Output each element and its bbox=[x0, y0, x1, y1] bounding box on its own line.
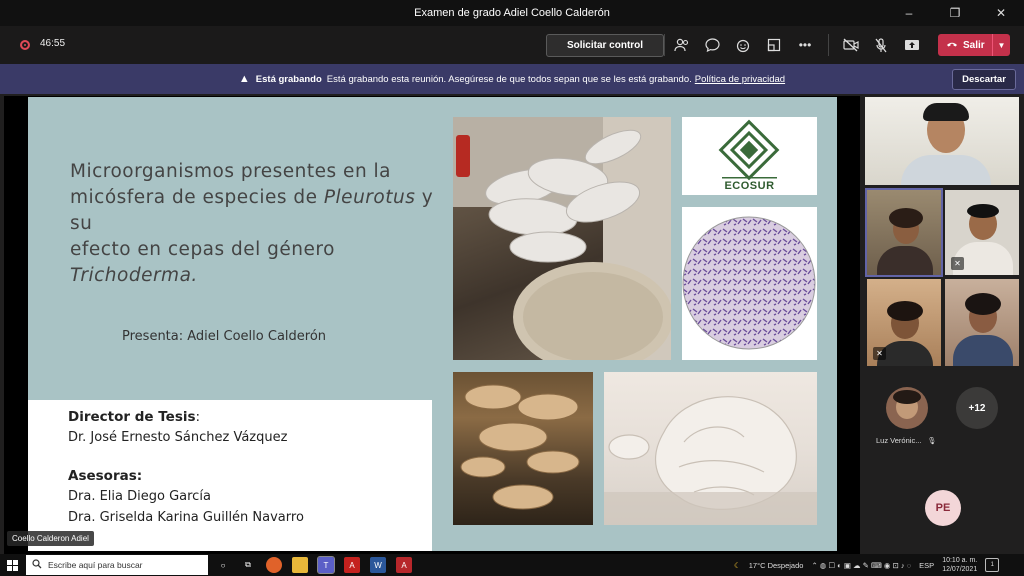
participant-video-tile[interactable] bbox=[945, 279, 1019, 366]
participant-video-tile[interactable]: ✕ bbox=[945, 190, 1019, 275]
more-participants-button[interactable]: +12 bbox=[956, 387, 998, 429]
title-line-2a: micósfera de especies de bbox=[70, 187, 324, 208]
more-options-icon[interactable]: ••• bbox=[796, 36, 814, 54]
director-heading: Director de Tesis bbox=[68, 409, 196, 425]
toolbar-divider bbox=[664, 34, 665, 56]
taskbar-search[interactable]: Escribe aquí para buscar bbox=[26, 555, 208, 575]
language-indicator[interactable]: ESP bbox=[919, 561, 934, 570]
chevron-down-icon[interactable]: ▼ bbox=[992, 34, 1010, 56]
recording-banner: ▲ Está grabando Está grabando esta reuni… bbox=[0, 64, 1024, 94]
participant-shirt bbox=[953, 335, 1013, 366]
rooms-icon[interactable] bbox=[765, 36, 783, 54]
ecosur-logo: ECOSUR bbox=[682, 117, 817, 195]
title-line-3a: efecto en cepas del género bbox=[70, 239, 335, 260]
file-explorer-icon[interactable] bbox=[292, 557, 308, 573]
participant-shirt bbox=[901, 155, 991, 185]
camera-off-icon[interactable] bbox=[842, 36, 860, 54]
minimize-button[interactable]: – bbox=[886, 0, 932, 26]
microscope-photo bbox=[682, 207, 817, 360]
logo-text: ECOSUR bbox=[724, 180, 775, 192]
notifications-icon[interactable]: 1 bbox=[985, 558, 1000, 572]
participant-hair bbox=[893, 390, 921, 404]
advisor-2: Dra. Griselda Karina Guillén Navarro bbox=[68, 510, 304, 525]
windows-taskbar: Escribe aquí para buscar ○ ⧉ T A W A ☾ 1… bbox=[0, 554, 1024, 576]
window-title: Examen de grado Adiel Coello Calderón bbox=[414, 7, 610, 19]
director-colon: : bbox=[195, 409, 201, 425]
share-screen-icon[interactable] bbox=[903, 36, 921, 54]
title-pleurotus: Pleurotus bbox=[323, 187, 416, 208]
advisor-1: Dra. Elia Diego García bbox=[68, 489, 211, 504]
participant-avatar[interactable] bbox=[886, 387, 928, 429]
chat-icon[interactable] bbox=[703, 36, 721, 54]
mic-off-icon[interactable] bbox=[872, 36, 890, 54]
weather-icon: ☾ bbox=[734, 560, 741, 570]
dismiss-button[interactable]: Descartar bbox=[952, 69, 1016, 90]
window-controls: – ❐ ✕ bbox=[886, 0, 1024, 26]
reactions-icon[interactable] bbox=[734, 36, 752, 54]
golden-mushroom-photo bbox=[453, 372, 593, 525]
cortana-icon[interactable]: ○ bbox=[215, 557, 231, 573]
title-trichoderma: Trichoderma. bbox=[70, 265, 198, 286]
meeting-timer: 46:55 bbox=[40, 38, 66, 49]
slide-presenter: Presenta: Adiel Coello Calderón bbox=[122, 329, 327, 344]
self-avatar[interactable]: PE bbox=[925, 490, 961, 526]
toolbar-divider bbox=[828, 34, 829, 56]
meeting-toolbar: 46:55 Solicitar control ••• Salir ▼ bbox=[0, 26, 1024, 64]
banner-title: Está grabando bbox=[255, 73, 322, 85]
window-titlebar: Examen de grado Adiel Coello Calderón – … bbox=[0, 0, 1024, 26]
participant-hair bbox=[967, 204, 999, 218]
close-button[interactable]: ✕ bbox=[978, 0, 1024, 26]
advisors-heading: Asesoras: bbox=[68, 468, 143, 484]
system-tray: ☾ 17°C Despejado ⌃ ◍ ☐ ◐ ▣ ☁ ✎ ⌨ ◉ ⊡ ♪ ◌… bbox=[734, 554, 1000, 576]
participant-video-tile[interactable]: ✕ bbox=[867, 279, 941, 366]
leave-label: Salir bbox=[963, 39, 985, 51]
request-control-button[interactable]: Solicitar control bbox=[546, 34, 664, 57]
word-icon[interactable]: W bbox=[370, 557, 386, 573]
slide-title: Microorganismos presentes en la micósfer… bbox=[70, 159, 450, 289]
participant-hair bbox=[889, 208, 923, 228]
director-name: Dr. José Ernesto Sánchez Vázquez bbox=[68, 430, 288, 445]
participant-hair bbox=[965, 293, 1001, 315]
acrobat-icon[interactable]: A bbox=[344, 557, 360, 573]
presentation-slide: Microorganismos presentes en la micósfer… bbox=[28, 97, 837, 551]
warning-icon: ▲ bbox=[238, 73, 250, 85]
weather-text[interactable]: 17°C Despejado bbox=[749, 561, 804, 570]
participant-video-tile[interactable] bbox=[865, 97, 1019, 185]
firefox-icon[interactable] bbox=[266, 557, 282, 573]
maximize-button[interactable]: ❐ bbox=[932, 0, 978, 26]
leave-button[interactable]: Salir ▼ bbox=[938, 34, 1010, 56]
clock-date: 12/07/2021 bbox=[942, 566, 978, 573]
clock-time: 10:10 a. m. bbox=[942, 557, 978, 564]
task-view-icon[interactable]: ⧉ bbox=[240, 557, 256, 573]
mic-off-icon: ✕ bbox=[873, 347, 886, 360]
windows-start-icon[interactable] bbox=[0, 554, 24, 576]
clock[interactable]: 10:10 a. m. 12/07/2021 bbox=[942, 556, 977, 574]
committee-box: Director de Tesis: Dr. José Ernesto Sánc… bbox=[28, 400, 432, 551]
access-icon[interactable]: A bbox=[396, 557, 412, 573]
participant-name: Luz Verónic... 🎙 bbox=[876, 436, 936, 445]
phone-hangup-icon bbox=[946, 40, 958, 51]
mic-off-icon: ✕ bbox=[951, 257, 964, 270]
title-line-1: Microorganismos presentes en la bbox=[70, 161, 392, 182]
banner-message: Está grabando esta reunión. Asegúrese de… bbox=[326, 73, 692, 85]
white-mushroom-photo bbox=[604, 372, 817, 525]
participant-video-tile[interactable] bbox=[865, 188, 943, 277]
search-placeholder: Escribe aquí para buscar bbox=[48, 560, 143, 570]
recording-icon bbox=[20, 40, 30, 50]
participant-hair bbox=[923, 103, 969, 121]
participants-icon[interactable] bbox=[673, 36, 691, 54]
search-icon bbox=[32, 559, 42, 571]
participant-name-label: Luz Verónic... bbox=[876, 436, 922, 445]
mic-off-icon: 🎙 bbox=[927, 437, 937, 445]
oyster-mushroom-photo bbox=[453, 117, 671, 360]
participant-hair bbox=[887, 301, 923, 321]
presenter-name-tag: Coello Calderon Adiel bbox=[7, 531, 94, 546]
privacy-policy-link[interactable]: Política de privacidad bbox=[695, 74, 785, 85]
teams-icon[interactable]: T bbox=[317, 556, 335, 574]
tray-icons[interactable]: ⌃ ◍ ☐ ◐ ▣ ☁ ✎ ⌨ ◉ ⊡ ♪ ◌ bbox=[811, 561, 911, 570]
